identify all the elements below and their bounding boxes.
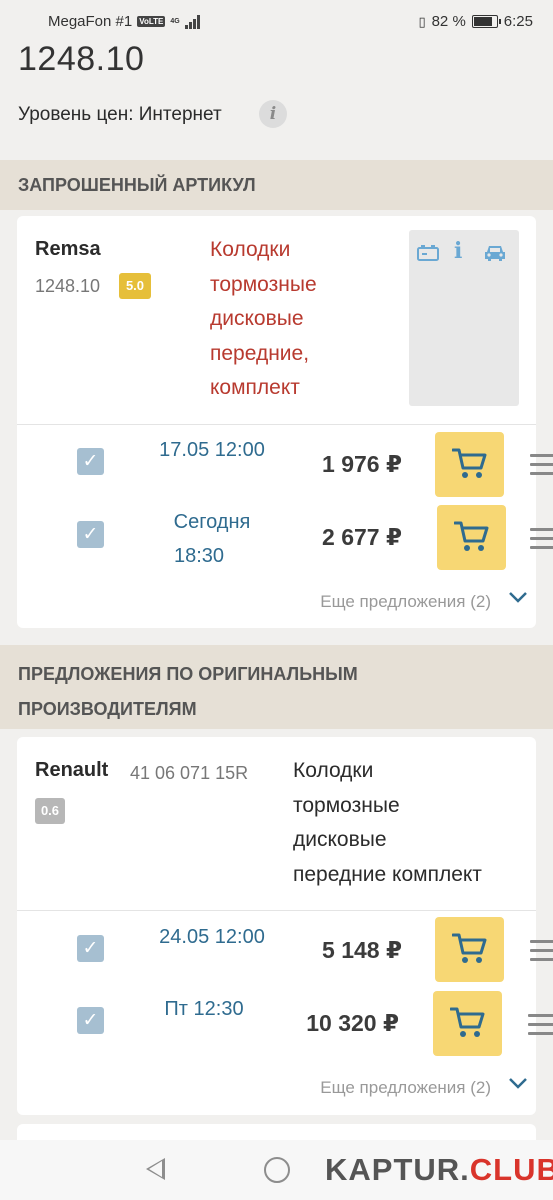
product-description[interactable]: Колодки тормозные дисковые передние, ком…	[210, 233, 317, 406]
info-icon[interactable]: i	[454, 238, 462, 264]
product-icon-panel: i	[409, 230, 519, 406]
signal-icon	[185, 14, 201, 29]
divider	[17, 424, 536, 425]
rating-badge: 0.6	[35, 798, 65, 824]
drag-handle-icon[interactable]	[528, 1014, 553, 1041]
battery-icon[interactable]	[417, 244, 439, 267]
add-to-cart-button[interactable]	[437, 505, 506, 570]
section-header-original: ПРЕДЛОЖЕНИЯ ПО ОРИГИНАЛЬНЫМ ПРОИЗВОДИТЕЛ…	[0, 645, 553, 729]
chevron-down-icon[interactable]	[508, 1076, 528, 1095]
divider	[17, 910, 536, 911]
battery-percent: 82 %	[431, 13, 466, 30]
clock: 6:25	[503, 13, 533, 30]
section-header-requested: ЗАПРОШЕННЫЙ АРТИКУЛ	[0, 160, 553, 210]
cart-icon	[452, 933, 487, 963]
info-icon[interactable]: i	[259, 100, 287, 128]
product-description[interactable]: Колодки тормозные дисковые передние комп…	[293, 754, 482, 892]
offer-checkbox[interactable]: ✓	[77, 935, 104, 962]
volte-badge: VoLTE	[137, 16, 166, 27]
offer-checkbox[interactable]: ✓	[77, 448, 104, 475]
cart-icon	[454, 521, 489, 551]
article-number-title: 1248.10	[18, 40, 145, 78]
price-level-label: Уровень цен: Интернет	[18, 104, 222, 125]
brand-name: Remsa	[35, 238, 101, 260]
offer-checkbox[interactable]: ✓	[77, 521, 104, 548]
article-code: 41 06 071 15R	[130, 763, 249, 783]
drag-handle-icon[interactable]	[530, 940, 553, 967]
brand-name: Renault	[35, 759, 109, 781]
car-icon[interactable]	[483, 244, 507, 268]
cart-icon	[452, 448, 487, 478]
more-offers-link[interactable]: Еще предложения (2)	[320, 1078, 491, 1098]
drag-handle-icon[interactable]	[530, 454, 553, 481]
drag-handle-icon[interactable]	[530, 528, 553, 555]
offer-price: 1 976 ₽	[322, 451, 402, 477]
back-icon[interactable]	[146, 1158, 165, 1180]
vibrate-icon: ▯	[418, 13, 426, 29]
network-type: 4G	[170, 18, 180, 25]
offer-price: 2 677 ₽	[322, 524, 402, 550]
offer-price: 10 320 ₽	[306, 1010, 399, 1036]
add-to-cart-button[interactable]	[435, 432, 504, 497]
more-offers-link[interactable]: Еще предложения (2)	[320, 592, 491, 612]
product-card-renault: Renault 41 06 071 15R 0.6 Колодки тормоз…	[17, 737, 553, 1115]
chevron-down-icon[interactable]	[508, 590, 528, 609]
carrier-name: MegaFon #1	[48, 13, 133, 30]
system-nav-bar: KAPTUR.CLUB	[0, 1140, 553, 1200]
article-code: 1248.10	[35, 276, 101, 296]
rating-badge: 5.0	[119, 273, 151, 299]
home-icon[interactable]	[264, 1157, 290, 1183]
add-to-cart-button[interactable]	[433, 991, 502, 1056]
status-bar: MegaFon #1 VoLTE 4G ▯ 82 % 6:25	[0, 0, 553, 44]
cart-icon	[450, 1007, 485, 1037]
watermark-logo: KAPTUR.CLUB	[325, 1152, 553, 1187]
battery-icon	[471, 15, 501, 28]
offer-price: 5 148 ₽	[322, 937, 402, 963]
add-to-cart-button[interactable]	[435, 917, 504, 982]
offer-checkbox[interactable]: ✓	[77, 1007, 104, 1034]
product-card-remsa: Remsa 1248.10 5.0 Колодки тормозные диск…	[17, 216, 553, 628]
